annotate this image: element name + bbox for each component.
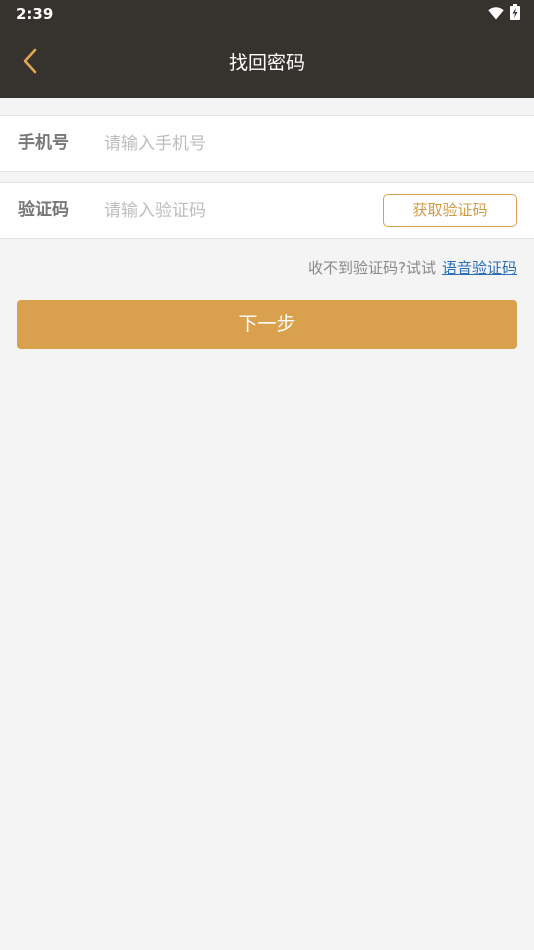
code-label: 验证码 bbox=[18, 200, 69, 220]
app-bar: 找回密码 bbox=[0, 28, 534, 98]
code-input[interactable] bbox=[104, 193, 364, 228]
get-code-button[interactable]: 获取验证码 bbox=[383, 194, 517, 227]
back-button[interactable] bbox=[10, 42, 50, 84]
phone-input[interactable] bbox=[104, 126, 504, 161]
phone-label: 手机号 bbox=[18, 133, 69, 153]
voice-code-hint: 收不到验证码?试试 语音验证码 bbox=[308, 256, 517, 280]
next-button[interactable]: 下一步 bbox=[17, 300, 517, 349]
status-time: 2:39 bbox=[16, 5, 54, 23]
voice-code-link[interactable]: 语音验证码 bbox=[442, 259, 517, 277]
page-title: 找回密码 bbox=[228, 52, 305, 74]
battery-charging-icon bbox=[510, 4, 520, 24]
chevron-left-icon bbox=[21, 47, 39, 79]
code-row: 验证码 获取验证码 bbox=[0, 182, 534, 239]
wifi-icon bbox=[488, 5, 504, 24]
phone-row: 手机号 bbox=[0, 115, 534, 172]
status-icons bbox=[488, 4, 520, 24]
status-bar: 2:39 bbox=[0, 0, 534, 28]
hint-text: 收不到验证码?试试 bbox=[308, 259, 436, 277]
